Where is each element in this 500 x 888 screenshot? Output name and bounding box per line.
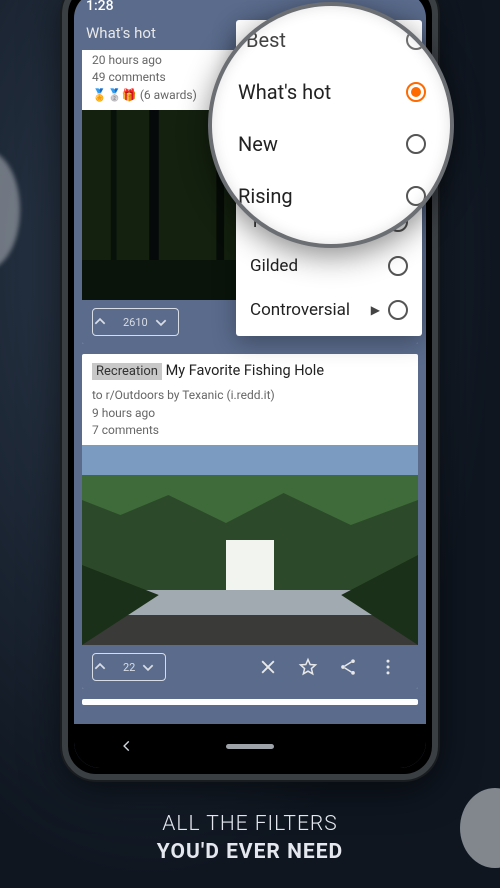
radio-icon [388,300,408,320]
post-actionbar: 22 [82,645,418,689]
chevron-left-icon [120,739,134,753]
lens-content: Best What's hot New Rising ▶ [220,28,436,248]
post-flair[interactable]: Recreation [92,363,162,380]
more-button[interactable] [378,657,408,677]
hero-line2: YOU'D EVER NEED [0,839,500,866]
lens-sort-rising[interactable]: Rising [220,170,436,222]
sort-label: New [238,132,406,156]
radio-selected-icon [406,82,426,102]
decorative-blob [0,150,20,270]
post-title-text: My Favorite Fishing Hole [166,362,324,379]
sort-label: Gilded [250,256,388,276]
nav-home-pill[interactable] [226,744,274,749]
radio-icon [388,256,408,276]
radio-icon [406,186,426,206]
nav-back-button[interactable] [120,739,134,753]
chevron-down-icon [141,660,155,674]
vote-box: 2610 [92,308,179,336]
post-card[interactable] [82,699,418,705]
sort-label: Best [246,28,406,52]
appbar-title: What's hot [86,24,156,42]
awards-count: (6 awards) [140,88,197,102]
share-icon [338,657,358,677]
post-card[interactable]: Recreation My Favorite Fishing Hole to r… [82,354,418,689]
vote-score: 2610 [117,316,154,329]
sort-label: Rising [238,184,406,208]
downvote-button[interactable] [141,660,165,674]
sort-option-gilded[interactable]: Gilded [236,244,422,288]
lens-sort-best[interactable]: Best [220,28,436,66]
share-button[interactable] [338,657,368,677]
post-age: 9 hours ago [92,405,408,422]
lens-sort-new[interactable]: New [220,118,436,170]
hide-button[interactable] [258,657,288,677]
awards-icons: 🏅🥈🎁 [92,88,137,102]
more-vertical-icon [378,657,398,677]
sort-label: Controversial [250,300,371,320]
radio-icon [406,30,426,50]
post-comment-count: 7 comments [92,422,408,439]
magnifier-lens: Best What's hot New Rising ▶ [208,2,454,248]
android-navbar [74,724,426,768]
hero-line1: ALL THE FILTERS [162,812,337,836]
hero-caption: ALL THE FILTERS YOU'D EVER NEED [0,811,500,866]
sort-label: What's hot [238,80,406,104]
vote-score: 22 [117,661,141,674]
star-icon [298,657,318,677]
chevron-up-icon [93,660,107,674]
sort-option-controversial[interactable]: Controversial ▶ [236,288,422,332]
post-title: Recreation My Favorite Fishing Hole [82,354,418,381]
statusbar-time: 1:28 [86,0,114,14]
radio-icon [406,134,426,154]
waterfall-illustration [82,445,418,645]
post-meta: to r/Outdoors by Texanic (i.redd.it) 9 h… [82,381,418,443]
close-icon [258,657,278,677]
vote-box: 22 [92,653,166,681]
post-image[interactable] [82,445,418,645]
save-button[interactable] [298,657,328,677]
upvote-button[interactable] [93,660,117,674]
lens-sort-hot[interactable]: What's hot [220,66,436,118]
post-byline: to r/Outdoors by Texanic (i.redd.it) [92,387,408,404]
upvote-button[interactable] [93,315,117,329]
expand-indicator: ▶ [371,303,380,317]
downvote-button[interactable] [154,315,178,329]
chevron-up-icon [93,315,107,329]
chevron-down-icon [154,315,168,329]
